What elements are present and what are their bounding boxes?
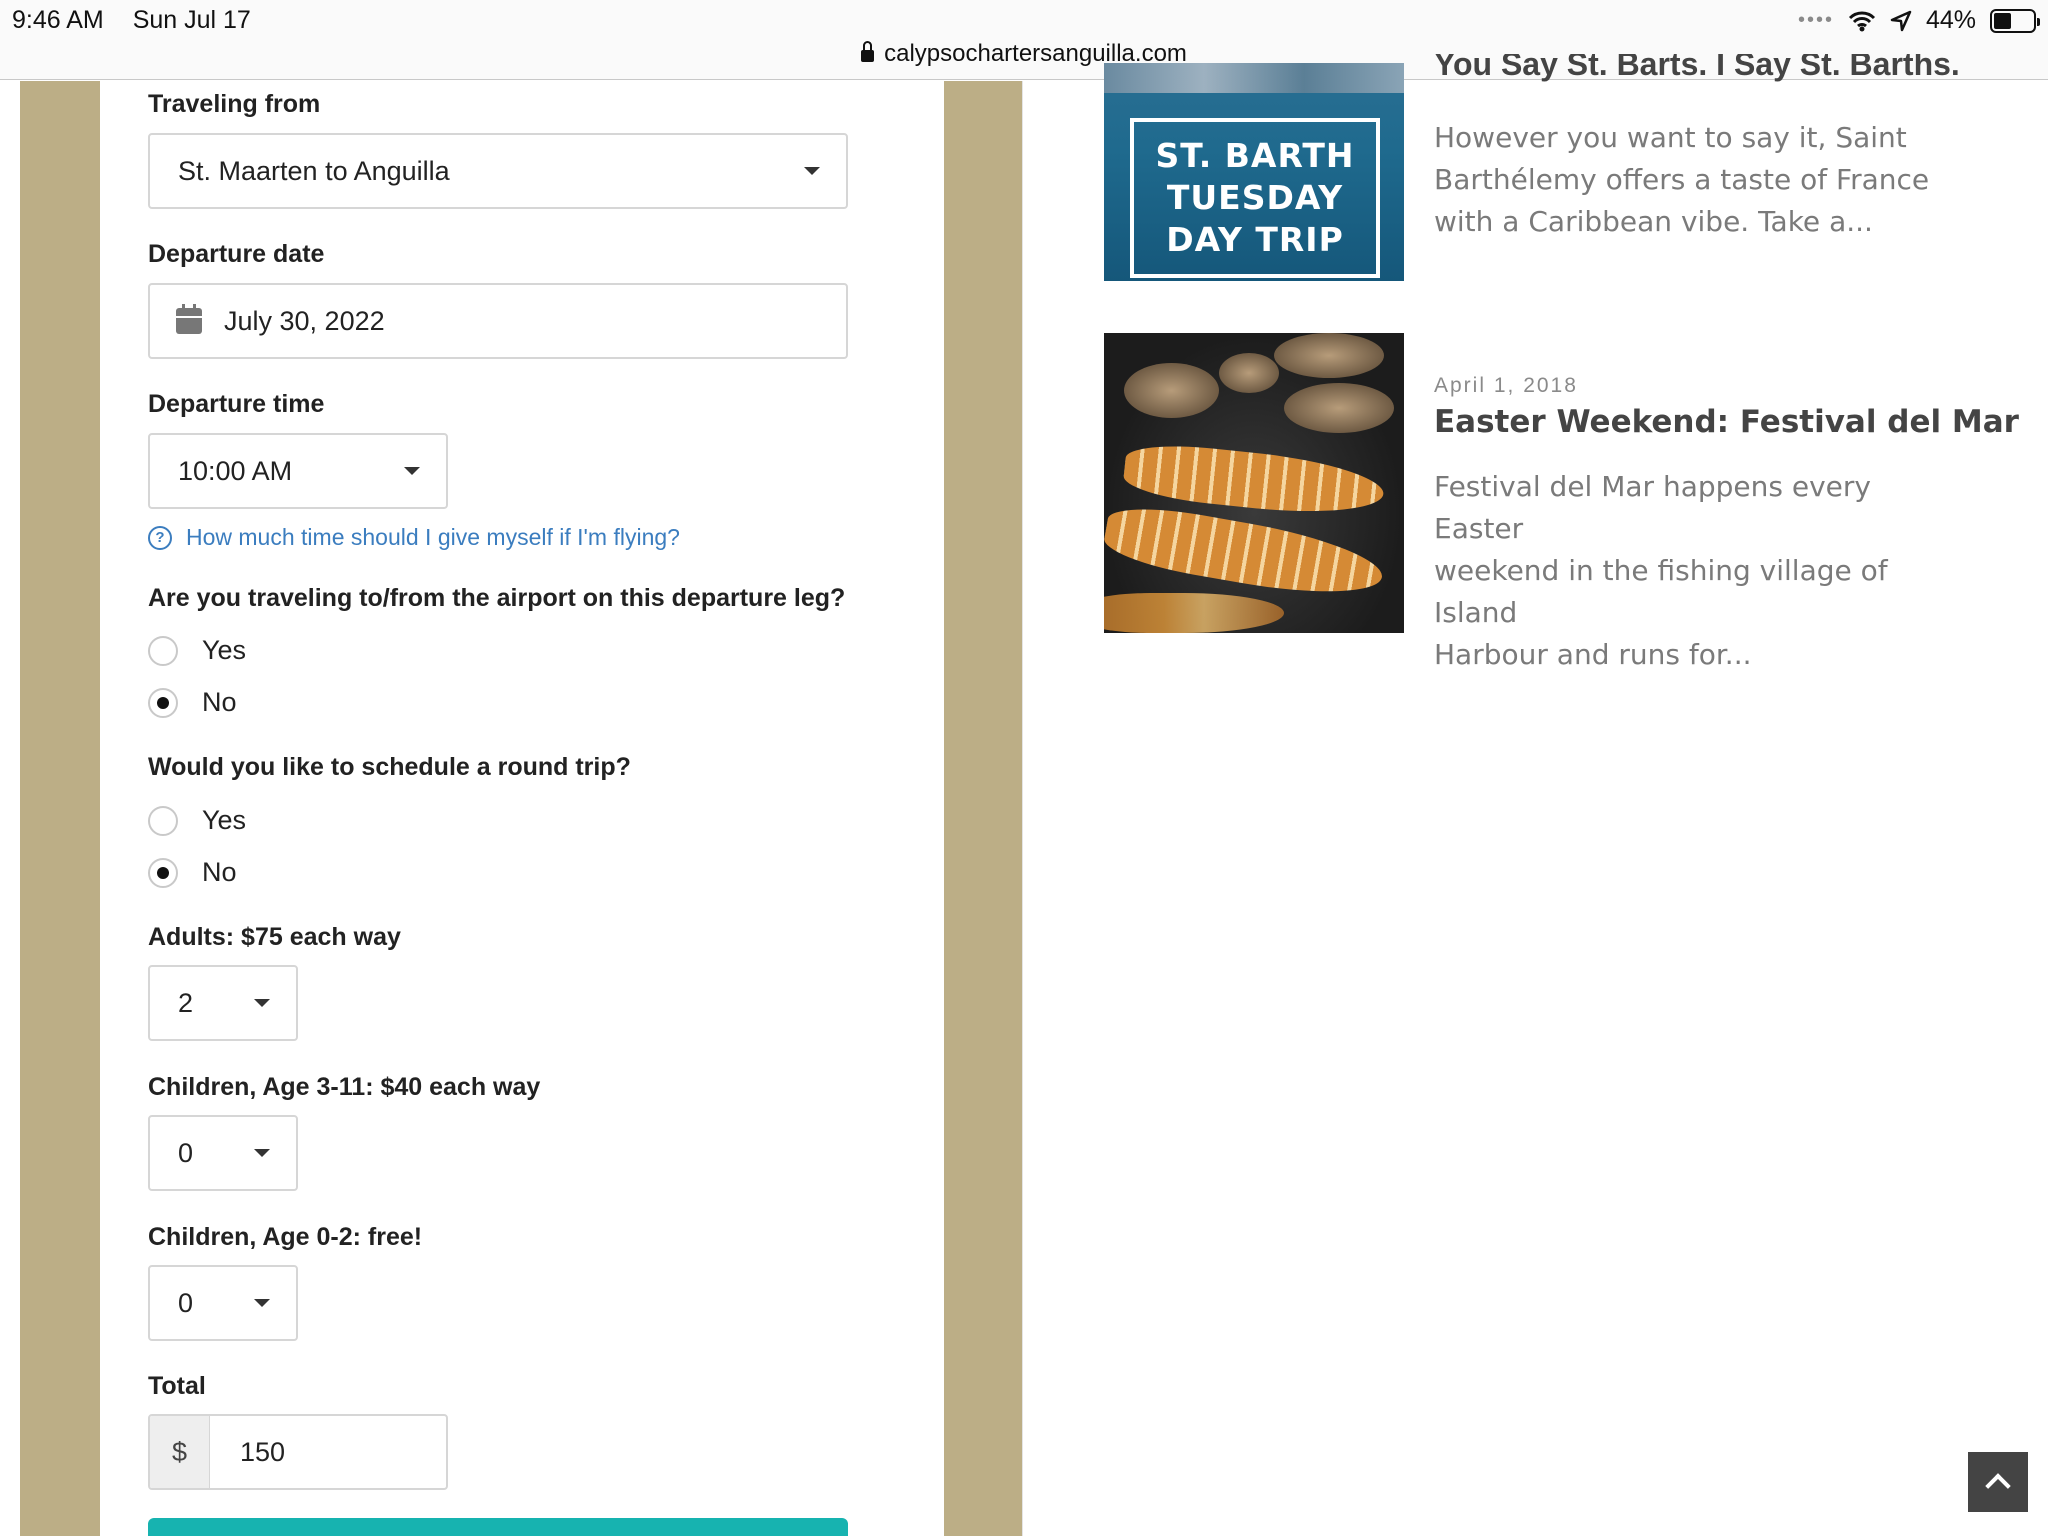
- children-3-11-label: Children, Age 3-11: $40 each way: [148, 1073, 541, 1101]
- departure-time-label: Departure time: [148, 390, 325, 418]
- post-excerpt: Festival del Mar happens every Easter we…: [1434, 466, 1954, 676]
- children-0-2-value: 0: [178, 1287, 194, 1318]
- round-trip-yes-radio[interactable]: [148, 805, 178, 836]
- traveling-from-label: Traveling from: [148, 90, 321, 118]
- status-time: 9:46 AM: [12, 6, 104, 34]
- round-trip-no-label: No: [202, 857, 237, 887]
- round-trip-yes-label: Yes: [202, 805, 247, 835]
- excerpt-line: Barthélemy offers a taste of France: [1434, 163, 1930, 196]
- excerpt-line: with a Caribbean vibe. Take a...: [1434, 205, 1873, 238]
- adults-value: 2: [178, 987, 194, 1018]
- departure-time-value: 10:00 AM: [178, 455, 293, 486]
- grilled-shell: [1124, 363, 1219, 418]
- status-date: Sun Jul 17: [132, 6, 251, 34]
- status-bar-left: 9:46 AM Sun Jul 17: [12, 6, 273, 35]
- excerpt-line: Festival del Mar happens every Easter: [1434, 470, 1871, 545]
- post-excerpt: However you want to say it, Saint Barthé…: [1434, 117, 1954, 243]
- chevron-down-icon: [404, 467, 420, 475]
- lock-icon: [861, 41, 875, 62]
- location-arrow-icon: [1890, 10, 1912, 31]
- airport-no-option[interactable]: No: [148, 687, 237, 718]
- grilled-shell: [1219, 353, 1279, 393]
- total-field: $ 150: [148, 1414, 448, 1490]
- battery-percent: 44%: [1925, 6, 1976, 34]
- chevron-down-icon: [254, 999, 270, 1007]
- middle-decorative-stripe: [944, 81, 1022, 1536]
- help-link-text: How much time should I give myself if I'…: [186, 524, 680, 550]
- departure-date-input[interactable]: July 30, 2022: [148, 283, 848, 359]
- children-0-2-select[interactable]: 0: [148, 1265, 298, 1341]
- airport-yes-label: Yes: [202, 635, 247, 665]
- submit-button[interactable]: [148, 1518, 848, 1536]
- image-text-line: ST. BARTH: [1155, 136, 1355, 175]
- chevron-down-icon: [804, 167, 820, 175]
- blog-sidebar: [1022, 81, 2048, 1536]
- round-trip-no-option[interactable]: No: [148, 857, 237, 888]
- airport-no-label: No: [202, 687, 237, 717]
- battery-tip: [2037, 17, 2040, 26]
- image-text-line: TUESDAY: [1166, 178, 1344, 217]
- traveling-from-value: St. Maarten to Anguilla: [178, 155, 450, 186]
- grilled-shell: [1284, 383, 1394, 433]
- children-0-2-label: Children, Age 0-2: free!: [148, 1223, 423, 1251]
- departure-date-label: Departure date: [148, 240, 325, 268]
- question-circle-icon: ?: [148, 525, 172, 550]
- airport-yes-option[interactable]: Yes: [148, 635, 246, 666]
- chevron-down-icon: [254, 1299, 270, 1307]
- post-title[interactable]: You Say St. Barts. I Say St. Barths.: [1434, 54, 1960, 84]
- airport-question-label: Are you traveling to/from the airport on…: [148, 584, 846, 612]
- round-trip-no-radio[interactable]: [148, 857, 178, 888]
- round-trip-question-label: Would you like to schedule a round trip?: [148, 753, 631, 781]
- st-barth-post-image[interactable]: ST. BARTH TUESDAY DAY TRIP: [1104, 63, 1404, 281]
- grilled-lobster: [1104, 593, 1284, 633]
- festival-post-image[interactable]: [1104, 333, 1404, 633]
- airport-no-radio[interactable]: [148, 687, 178, 718]
- scroll-to-top-button[interactable]: [1968, 1452, 2028, 1512]
- departure-date-value: July 30, 2022: [224, 305, 385, 336]
- image-text-frame: ST. BARTH TUESDAY DAY TRIP: [1130, 118, 1380, 278]
- wifi-icon: [1848, 11, 1876, 31]
- children-3-11-select[interactable]: 0: [148, 1115, 298, 1191]
- departure-time-select[interactable]: 10:00 AM: [148, 433, 448, 509]
- total-value: 150: [240, 1436, 286, 1467]
- calendar-icon: [176, 304, 202, 334]
- flying-time-help-link[interactable]: ? How much time should I give myself if …: [148, 524, 680, 551]
- currency-prefix: $: [150, 1416, 210, 1488]
- harbor-shoreline: [1104, 63, 1404, 93]
- battery-icon: [1990, 8, 2040, 33]
- chevron-up-icon: [1985, 1473, 2011, 1499]
- total-label: Total: [148, 1372, 206, 1400]
- status-bar-right: •••• 44%: [1798, 6, 2040, 35]
- multitasking-dots-icon[interactable]: ••••: [1798, 9, 1834, 32]
- grilled-lobster: [1104, 499, 1388, 607]
- post-date: April 1, 2018: [1434, 374, 1578, 397]
- traveling-from-select[interactable]: St. Maarten to Anguilla: [148, 133, 848, 209]
- airport-yes-radio[interactable]: [148, 635, 178, 666]
- image-text-line: DAY TRIP: [1166, 220, 1344, 259]
- left-decorative-stripe: [20, 81, 100, 1536]
- round-trip-yes-option[interactable]: Yes: [148, 805, 246, 836]
- excerpt-line: Harbour and runs for...: [1434, 638, 1752, 671]
- battery-fill: [1994, 12, 2011, 29]
- adults-label: Adults: $75 each way: [148, 923, 401, 951]
- post-title[interactable]: Easter Weekend: Festival del Mar: [1434, 404, 2019, 440]
- adults-select[interactable]: 2: [148, 965, 298, 1041]
- excerpt-line: However you want to say it, Saint: [1434, 121, 1907, 154]
- excerpt-line: weekend in the fishing village of Island: [1434, 554, 1888, 629]
- children-3-11-value: 0: [178, 1137, 194, 1168]
- grilled-shell: [1274, 333, 1384, 378]
- chevron-down-icon: [254, 1149, 270, 1157]
